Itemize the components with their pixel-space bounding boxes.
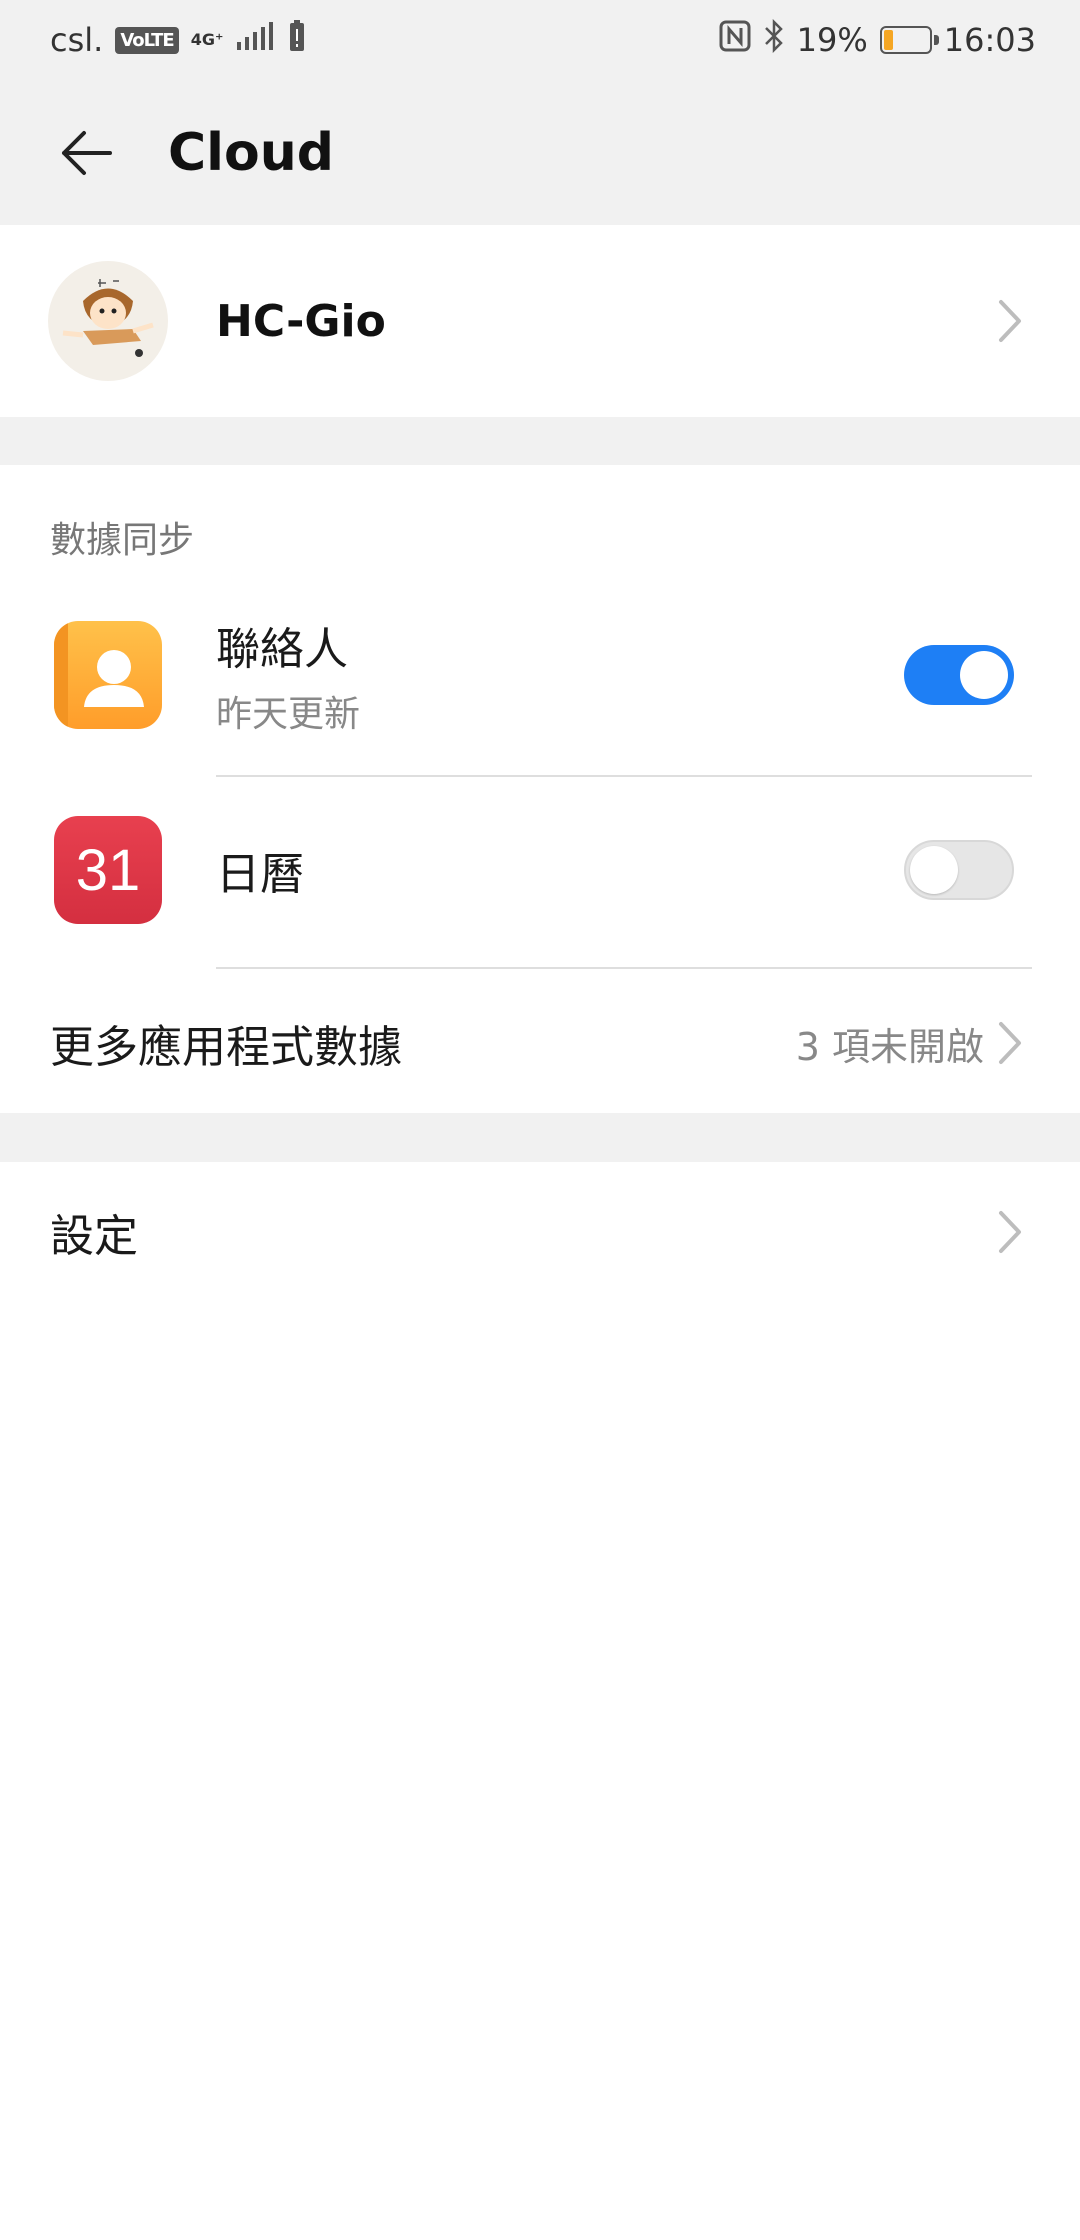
chevron-right-icon: [990, 291, 1030, 351]
back-button[interactable]: [36, 103, 136, 203]
contacts-icon: [54, 621, 162, 729]
volte-badge: VoLTE: [115, 26, 179, 54]
section-gap: [0, 417, 1080, 465]
bluetooth-icon: [763, 18, 785, 61]
chevron-right-icon: [990, 1202, 1030, 1262]
more-app-data-row[interactable]: 更多應用程式數據 3 項未開啟: [0, 968, 1080, 1118]
contacts-subtitle: 昨天更新: [216, 694, 361, 735]
network-type: 4G⁺: [190, 30, 224, 49]
contacts-sync-toggle[interactable]: [904, 645, 1014, 705]
page-title: Cloud: [168, 122, 334, 183]
status-bar: csl. VoLTE 4G⁺ 19% 16:03: [0, 0, 1080, 80]
calendar-title: 日曆: [216, 849, 304, 900]
account-name: HC-Gio: [216, 295, 386, 347]
settings-title: 設定: [50, 1211, 138, 1262]
section-gap: [0, 1113, 1080, 1162]
signal-icon: [235, 20, 275, 60]
calendar-row[interactable]: 31 日曆: [0, 805, 1080, 935]
avatar: [48, 261, 168, 381]
nfc-icon: [719, 20, 751, 60]
calendar-sync-toggle[interactable]: [904, 840, 1014, 900]
divider: [216, 775, 1032, 777]
settings-row[interactable]: 設定: [0, 1162, 1080, 1302]
contacts-row[interactable]: 聯絡人 昨天更新: [0, 610, 1080, 740]
arrow-left-icon: [62, 130, 112, 175]
more-app-data-title: 更多應用程式數據: [50, 1022, 402, 1073]
toggle-knob: [960, 651, 1008, 699]
app-toolbar: Cloud: [0, 80, 1080, 225]
contacts-title: 聯絡人: [216, 624, 348, 675]
calendar-icon: 31: [54, 816, 162, 924]
carrier-label: csl.: [50, 21, 104, 59]
battery-percent: 19%: [796, 21, 868, 59]
battery-alert-icon: [287, 19, 307, 61]
battery-level: [883, 30, 893, 50]
more-app-data-value: 3 項未開啟: [795, 1024, 984, 1069]
toggle-knob: [910, 846, 958, 894]
clock: 16:03: [943, 21, 1036, 59]
data-sync-section: 數據同步 聯絡人 昨天更新 31 日曆 更多應用程式數據 3 項未開啟: [0, 465, 1080, 1113]
section-title: 數據同步: [50, 520, 195, 561]
account-row[interactable]: HC-Gio: [0, 225, 1080, 417]
chevron-right-icon: [990, 1013, 1030, 1073]
battery-icon: [879, 26, 939, 54]
